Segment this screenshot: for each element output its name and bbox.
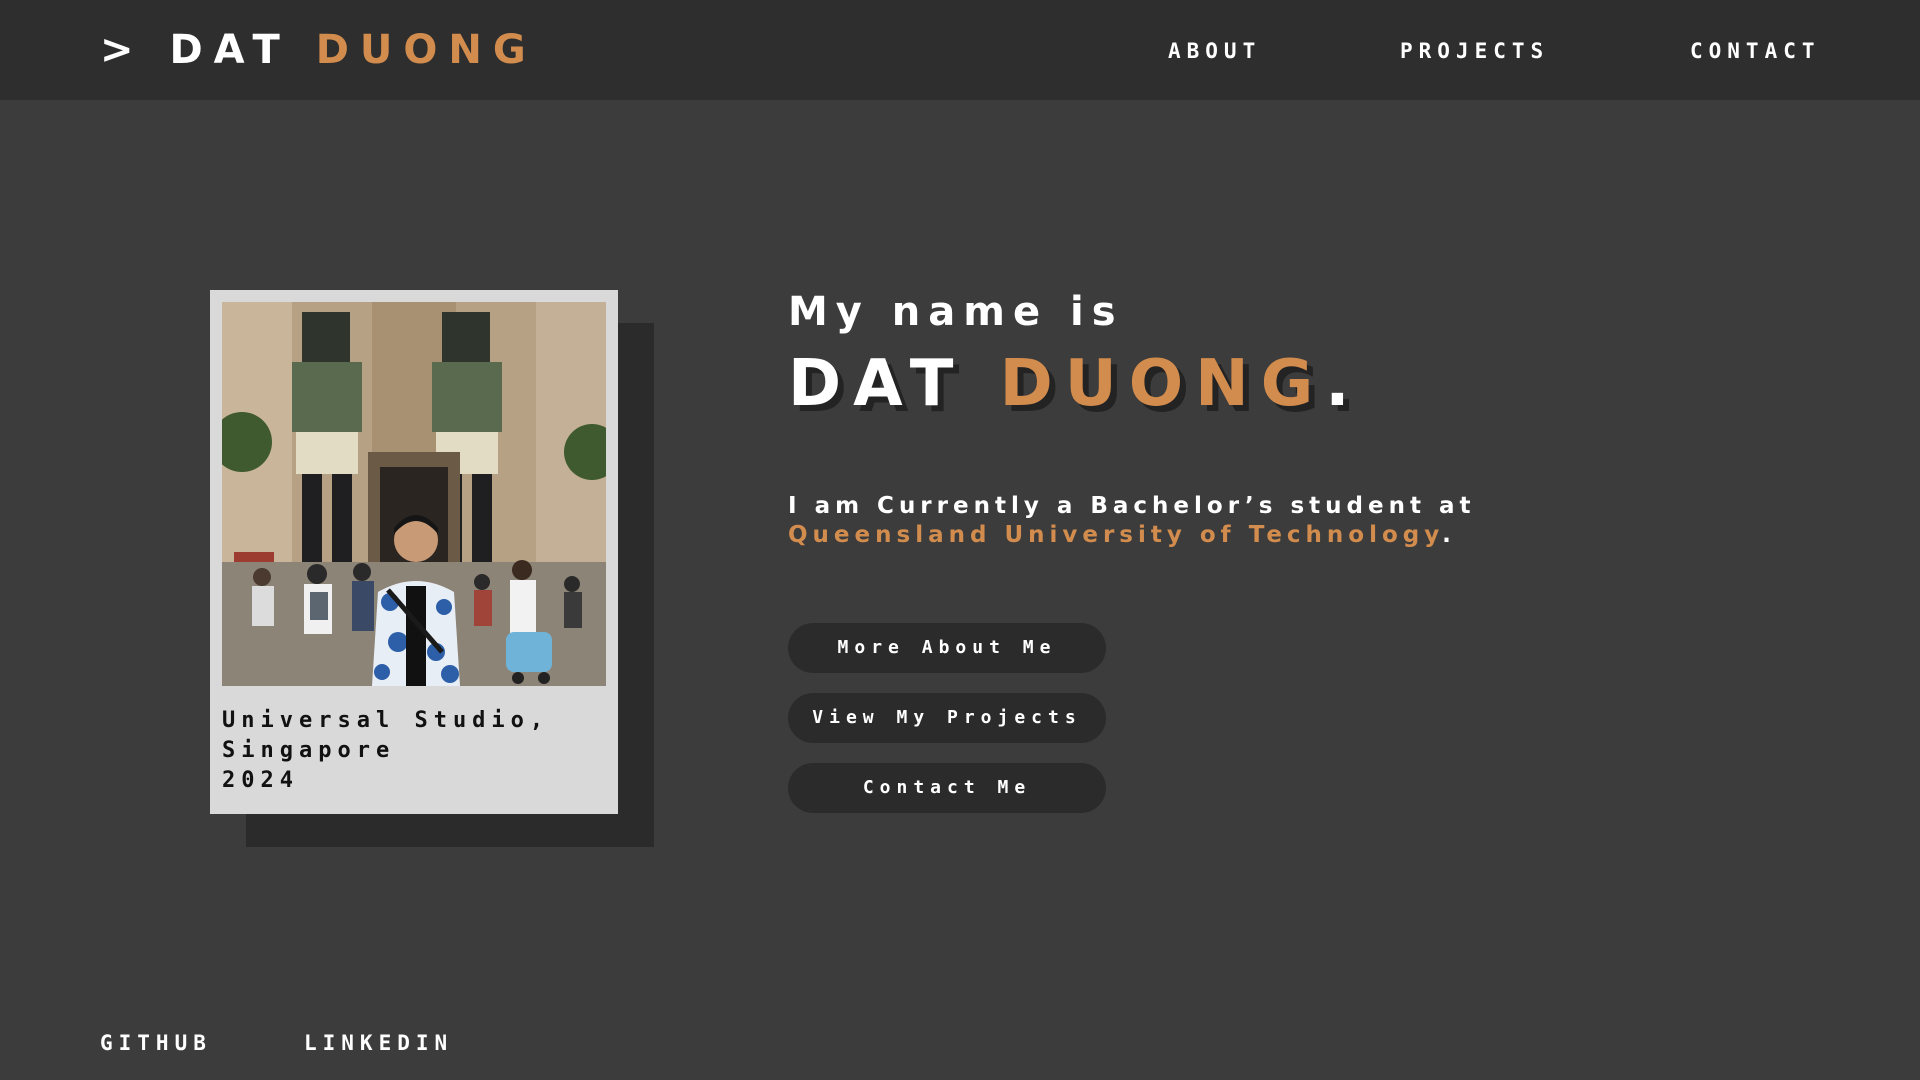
university-name: Queensland University of Technology xyxy=(788,522,1443,548)
contact-me-button[interactable]: Contact Me xyxy=(788,763,1106,813)
nav-link-about[interactable]: ABOUT xyxy=(1168,38,1261,64)
hero-intro: My name is xyxy=(788,289,1124,335)
footer-link-github[interactable]: GITHUB xyxy=(100,1030,212,1056)
photo-card: Universal Studio, Singapore 2024 xyxy=(210,290,618,814)
hero-description: I am Currently a Bachelor’s student at Q… xyxy=(788,492,1475,550)
caption-line-country: Singapore xyxy=(222,738,396,763)
more-about-me-button[interactable]: More About Me xyxy=(788,623,1106,673)
navbar: > DAT DUONG ABOUT PROJECTS CONTACT xyxy=(0,0,1920,100)
profile-photo-illustration xyxy=(222,302,606,686)
hero-name-period: . xyxy=(1325,347,1362,421)
profile-photo xyxy=(222,302,606,686)
site-logo[interactable]: > DAT DUONG xyxy=(100,26,537,74)
hero-name-first: DAT xyxy=(788,347,1000,421)
hero-description-line: I am Currently a Bachelor’s student at xyxy=(788,493,1476,519)
nav-link-projects[interactable]: PROJECTS xyxy=(1400,38,1549,64)
nav-link-contact[interactable]: CONTACT xyxy=(1690,38,1821,64)
logo-accent: DUONG xyxy=(315,27,537,73)
photo-caption: Universal Studio, Singapore 2024 xyxy=(222,706,602,796)
logo-prompt: > DAT xyxy=(100,27,316,73)
view-projects-button[interactable]: View My Projects xyxy=(788,693,1106,743)
hero-name: DAT DUONG. xyxy=(788,344,1362,424)
footer-link-linkedin[interactable]: LINKEDIN xyxy=(304,1030,453,1056)
caption-line-year: 2024 xyxy=(222,768,299,793)
hero-name-last: DUONG xyxy=(999,347,1326,421)
description-period: . xyxy=(1442,522,1456,548)
caption-line-location: Universal Studio, xyxy=(222,708,550,733)
